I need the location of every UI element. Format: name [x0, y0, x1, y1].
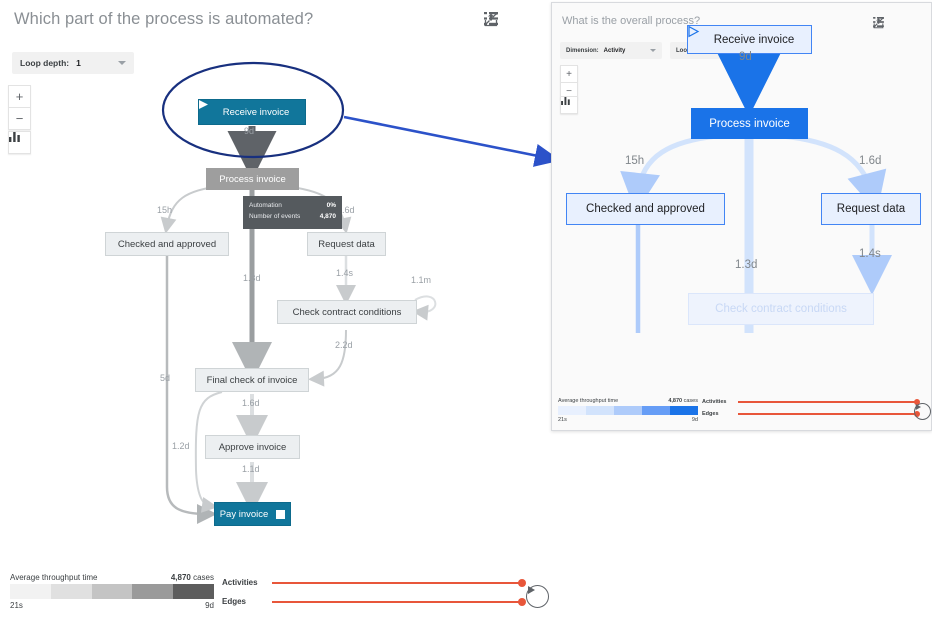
node-label: Checked and approved [117, 238, 217, 250]
legend-min: 21s [10, 601, 23, 610]
node-check-contract-conditions[interactable]: Check contract conditions [277, 300, 417, 324]
edge-label: 9d [739, 51, 752, 63]
legend-min: 21s [558, 417, 567, 423]
node-label: Check contract conditions [715, 303, 847, 315]
node-label: Process invoice [219, 173, 286, 185]
left-process-edges [160, 126, 437, 524]
slider-activities[interactable]: Activities [702, 399, 920, 406]
slider-track[interactable] [272, 578, 526, 587]
slider-edges[interactable]: Edges [702, 411, 920, 418]
edge-label: 1.6d [242, 398, 260, 408]
tooltip-value: 0% [326, 202, 336, 209]
right-panel: What is the overall process? Dimension: … [551, 2, 932, 431]
node-pay-invoice[interactable]: Pay invoice [214, 502, 291, 526]
legend-title: Average throughput time [558, 398, 619, 404]
slider-label: Edges [222, 597, 247, 606]
tooltip-row: Number of events 4,870 [249, 211, 336, 222]
node-label: Request data [318, 238, 375, 250]
node-request-data[interactable]: Request data [821, 193, 921, 225]
legend-max: 9d [205, 601, 214, 610]
edge-label: 2.2d [335, 340, 353, 350]
slider-track[interactable] [738, 411, 920, 418]
node-label: Check contract conditions [292, 306, 402, 318]
edge-label: 5d [160, 373, 171, 383]
node-process-invoice[interactable]: Process invoice [691, 108, 808, 139]
throughput-legend: Average throughput time 4,870 cases 21s … [558, 398, 698, 423]
slider-activities[interactable]: Activities [222, 578, 526, 587]
node-label: Process invoice [709, 117, 790, 130]
legend-cases: 4,870 [668, 398, 683, 404]
node-checked-and-approved[interactable]: Checked and approved [566, 193, 725, 225]
node-approve-invoice[interactable]: Approve invoice [205, 435, 300, 459]
node-check-contract-conditions[interactable]: Check contract conditions [688, 293, 874, 325]
slider-track[interactable] [738, 399, 920, 406]
left-panel: Which part of the process is automated? … [0, 0, 549, 630]
legend-cases-unit: cases [683, 398, 698, 404]
edge-label: 1.1d [242, 464, 260, 474]
slider-label: Edges [702, 411, 719, 417]
node-receive-invoice[interactable]: Receive invoice [198, 99, 306, 125]
node-label: Approve invoice [218, 441, 287, 453]
slider-edges[interactable]: Edges [222, 597, 526, 606]
legend-gradient [558, 406, 698, 415]
stop-square-icon [276, 509, 286, 519]
slider-label: Activities [222, 578, 258, 587]
node-label: Pay invoice [219, 508, 269, 520]
edge-label: 9d [244, 126, 255, 136]
slider-knob[interactable] [518, 578, 526, 587]
legend-title: Average throughput time [10, 573, 98, 582]
tooltip-key: Number of events [249, 213, 301, 220]
node-label: Request data [836, 203, 906, 215]
play-button[interactable] [526, 585, 549, 608]
node-label: Checked and approved [586, 203, 705, 215]
node-request-data[interactable]: Request data [307, 232, 386, 256]
tooltip-row: Automation 0% [249, 200, 336, 211]
node-process-invoice[interactable]: Process invoice [206, 168, 299, 190]
edge-label: 15h [157, 205, 173, 215]
right-sliders: Activities Edges [702, 399, 920, 427]
legend-gradient [10, 584, 214, 599]
node-receive-invoice[interactable]: Receive invoice [687, 25, 812, 54]
node-label: Receive invoice [222, 106, 290, 118]
legend-max: 9d [691, 417, 698, 423]
slider-knob[interactable] [518, 597, 526, 606]
edge-label: 1.2d [172, 441, 190, 451]
legend-cases: 4,870 [170, 573, 191, 582]
edge-label: 1.4s [336, 268, 354, 278]
node-checked-and-approved[interactable]: Checked and approved [105, 232, 229, 256]
edge-label: 1.4s [859, 248, 881, 260]
node-final-check-of-invoice[interactable]: Final check of invoice [195, 368, 309, 392]
slider-label: Activities [702, 399, 727, 405]
tooltip-key: Automation [249, 202, 282, 209]
edge-label: 15h [625, 155, 645, 167]
node-label: Receive invoice [713, 33, 795, 46]
left-sliders: Activities Edges [222, 578, 526, 616]
tooltip-value: 4,870 [319, 213, 336, 220]
play-button[interactable] [914, 403, 931, 420]
node-label: Final check of invoice [206, 374, 298, 386]
edge-label: 1.6d [859, 155, 882, 167]
edge-label: 1.3d [243, 273, 261, 283]
legend-cases-unit: cases [193, 573, 214, 582]
throughput-legend: Average throughput time 4,870 cases 21s … [10, 573, 214, 610]
edge-label: 1.3d [735, 259, 758, 271]
slider-track[interactable] [272, 597, 526, 606]
automation-tooltip: Automation 0% Number of events 4,870 [243, 196, 342, 229]
edge-label: 1.1m [411, 275, 432, 285]
